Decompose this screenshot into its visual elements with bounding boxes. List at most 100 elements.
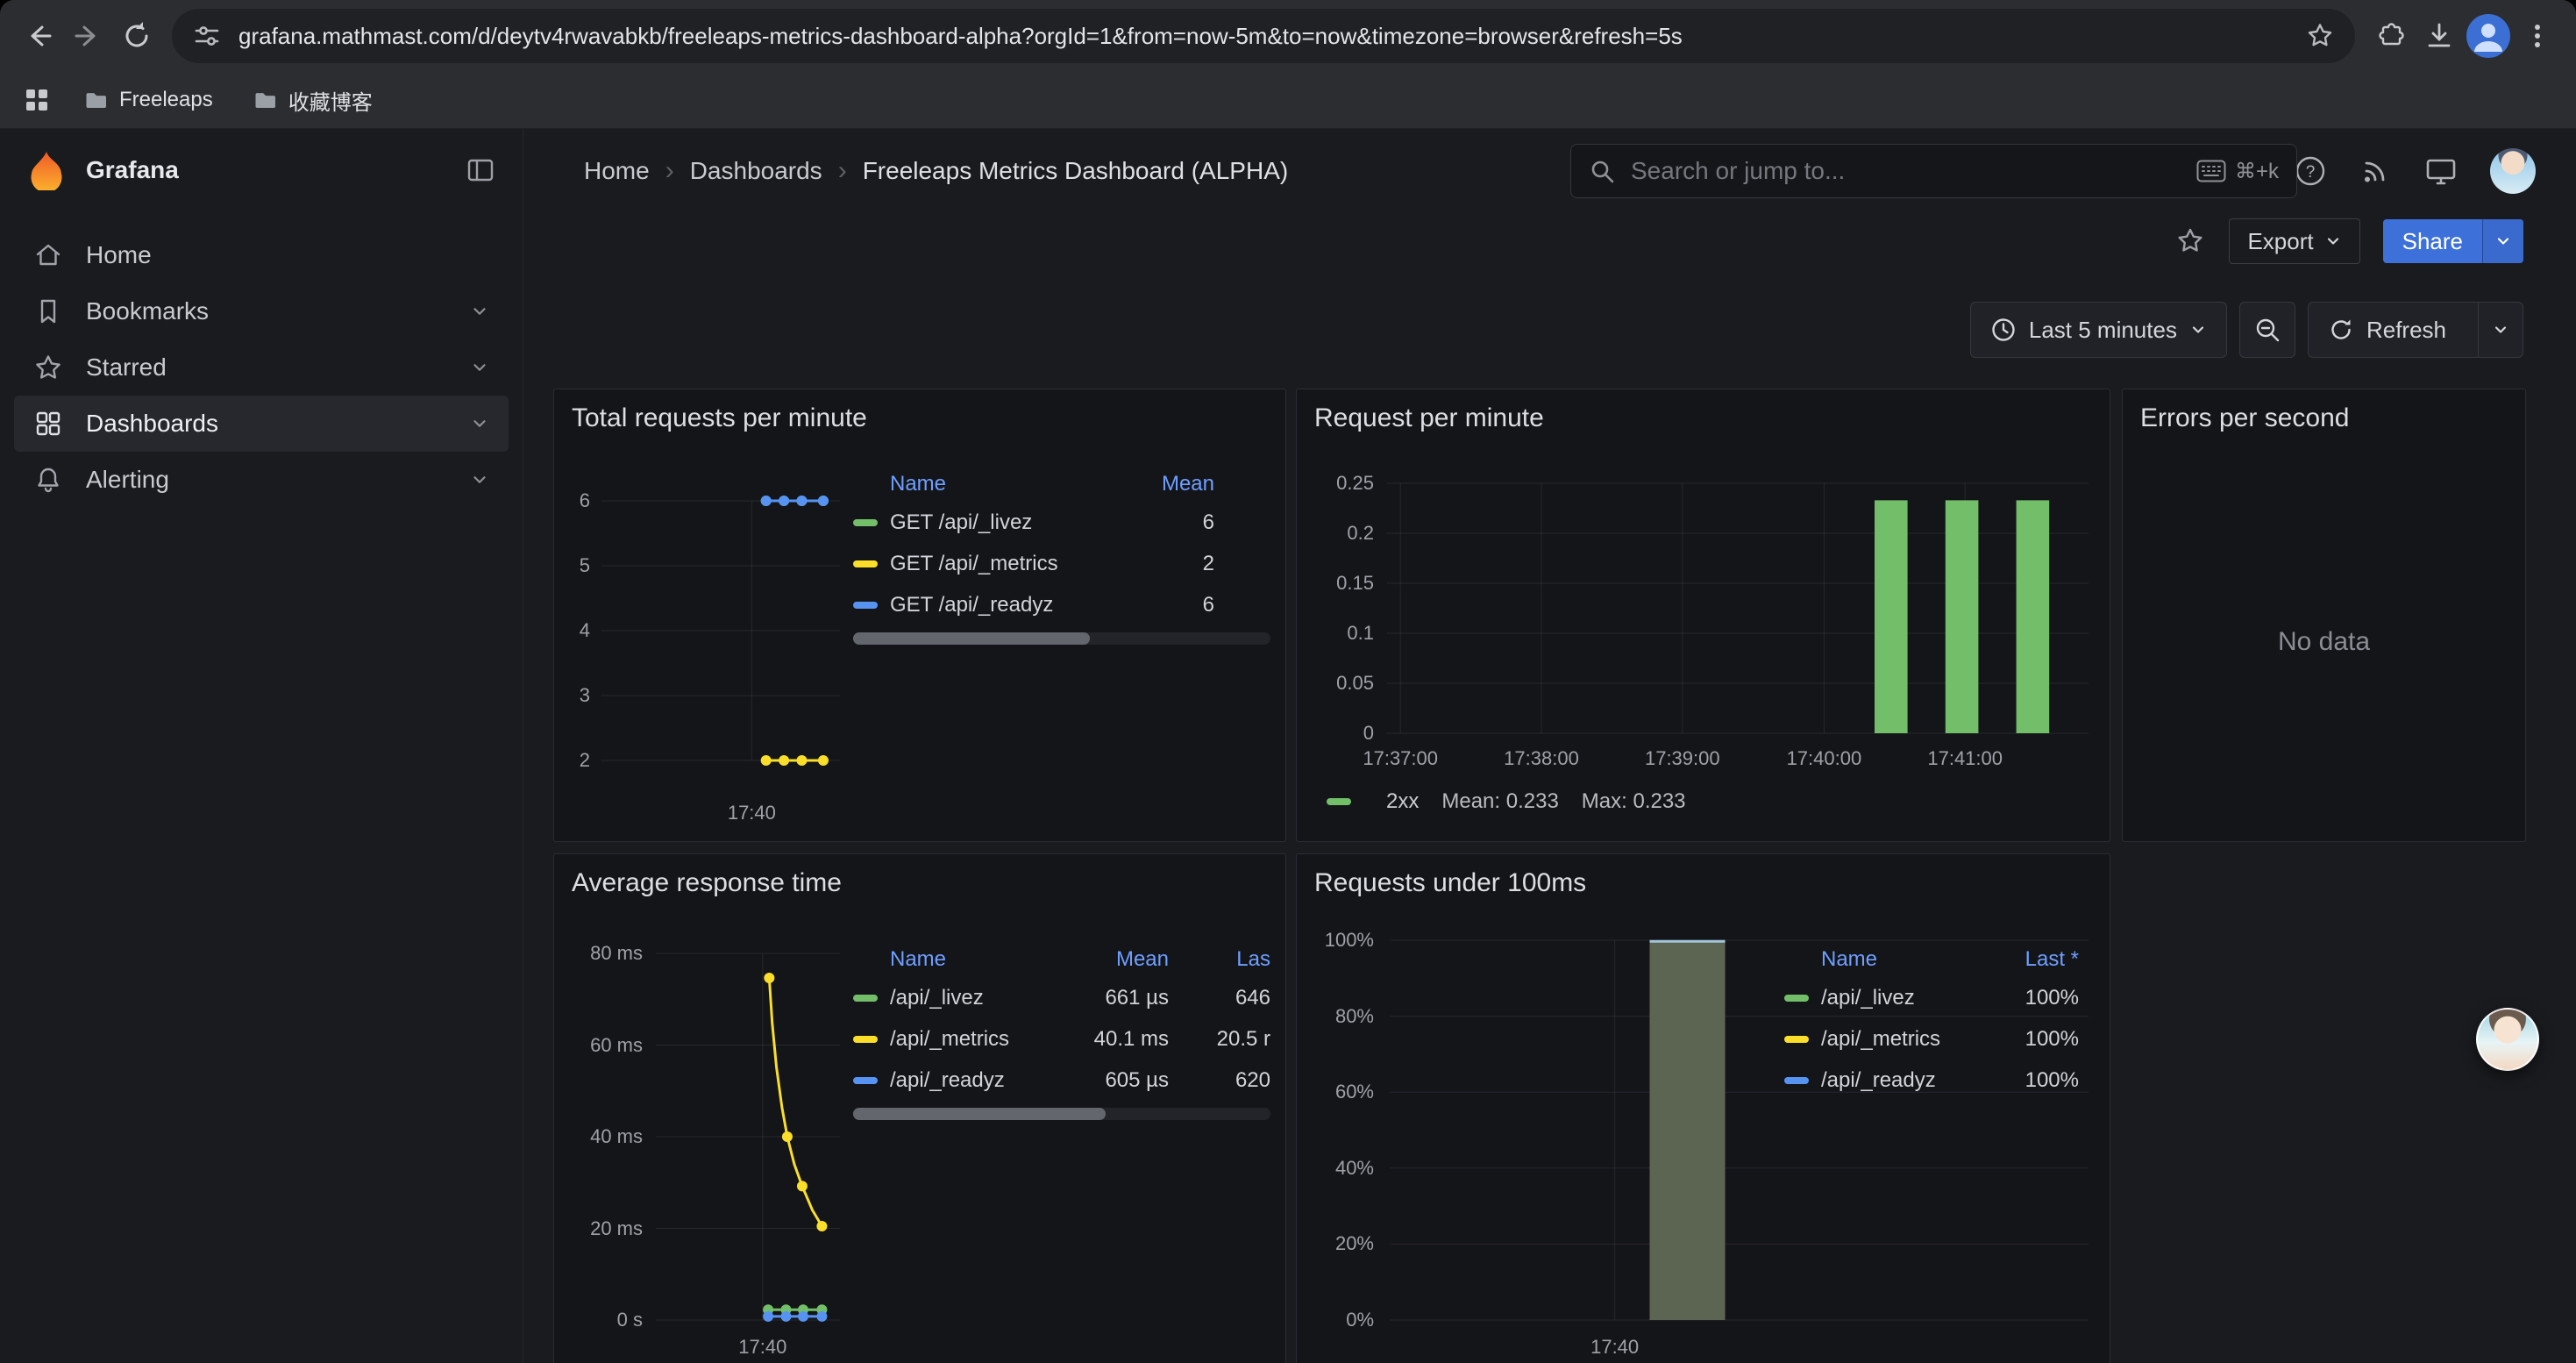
x-tick-label: 17:37:00 (1363, 747, 1438, 770)
site-info-icon[interactable] (191, 20, 223, 52)
chevron-down-icon[interactable] (470, 358, 489, 377)
legend-row[interactable]: GET /api/_metrics2 (853, 543, 1270, 584)
bookmark-star-icon[interactable] (2304, 20, 2336, 52)
sidebar-item-home[interactable]: Home (14, 227, 509, 283)
extensions-icon[interactable] (2366, 11, 2415, 61)
line-chart[interactable] (601, 501, 840, 760)
grafana-logo-icon[interactable] (26, 150, 67, 190)
favorite-star-icon[interactable] (2174, 225, 2206, 257)
series-value: 40.1 ms (1072, 1027, 1169, 1052)
y-tick-label: 5 (580, 554, 590, 577)
series-name[interactable]: /api/_readyz (1821, 1068, 1982, 1093)
series-name[interactable]: GET /api/_livez (890, 510, 1109, 535)
legend-row[interactable]: /api/_livez100% (1784, 977, 2079, 1018)
series-name[interactable]: /api/_livez (1821, 986, 1982, 1010)
series-color-swatch (853, 995, 878, 1002)
y-tick-label: 0% (1346, 1309, 1374, 1331)
breadcrumb: Home›Dashboards›Freeleaps Metrics Dashbo… (584, 156, 1288, 186)
breadcrumb-item[interactable]: Home (584, 157, 650, 185)
legend-row[interactable]: /api/_readyz605 µs620 (853, 1060, 1270, 1101)
share-button[interactable]: Share (2383, 219, 2523, 263)
bookmarks-list: Freeleaps 收藏博客 (70, 80, 385, 121)
y-tick-label: 40 ms (590, 1125, 643, 1148)
y-tick-label: 60 ms (590, 1034, 643, 1057)
folder-icon (252, 87, 278, 113)
series-color-swatch (1327, 798, 1351, 805)
bookmark-label: 收藏博客 (288, 85, 373, 116)
share-menu-chevron-icon[interactable] (2482, 219, 2523, 263)
user-avatar[interactable] (2490, 148, 2536, 194)
y-tick-label: 4 (580, 619, 590, 642)
series-name[interactable]: /api/_readyz (890, 1068, 1072, 1093)
panel-title[interactable]: Average response time (572, 868, 842, 898)
url-text[interactable]: grafana.mathmast.com/d/deytv4rwavabkb/fr… (238, 23, 2288, 50)
star-icon (33, 353, 63, 382)
export-button[interactable]: Export (2229, 218, 2359, 264)
chevron-down-icon[interactable] (470, 414, 489, 433)
chevron-down-icon[interactable] (470, 302, 489, 321)
y-tick-label: 2 (580, 749, 590, 772)
panel-title[interactable]: Request per minute (1314, 403, 1544, 433)
line-chart[interactable] (656, 953, 840, 1320)
help-icon[interactable]: ? (2294, 154, 2327, 188)
zoom-out-icon[interactable] (2239, 302, 2295, 358)
legend-row[interactable]: /api/_readyz100% (1784, 1060, 2079, 1101)
scrollbar-thumb[interactable] (853, 632, 1090, 645)
breadcrumb-separator: › (838, 156, 847, 186)
monitor-icon[interactable] (2423, 153, 2459, 189)
legend-scrollbar[interactable] (853, 1108, 1270, 1120)
refresh-button[interactable]: Refresh (2308, 302, 2523, 358)
bookmark-item[interactable]: Freeleaps (70, 82, 225, 118)
sidebar-item-alerting[interactable]: Alerting (14, 452, 509, 508)
legend-row[interactable]: GET /api/_livez6 (853, 502, 1270, 543)
legend-swatch-spacer (853, 956, 878, 963)
time-range-picker[interactable]: Last 5 minutes (1970, 302, 2227, 358)
sidebar-item-dashboards[interactable]: Dashboards (14, 396, 509, 452)
bar-chart[interactable] (1387, 483, 2089, 733)
assistant-avatar-overlay[interactable] (2476, 1008, 2539, 1071)
x-tick-label: 17:38:00 (1504, 747, 1579, 770)
legend-row[interactable]: GET /api/_readyz6 (853, 584, 1270, 625)
panel-title[interactable]: Total requests per minute (572, 403, 867, 433)
chevron-down-icon[interactable] (470, 470, 489, 489)
search-input[interactable] (1629, 156, 2182, 186)
menu-kebab-icon[interactable] (2513, 11, 2562, 61)
legend-series-name[interactable]: 2xx (1386, 789, 1419, 814)
legend-row[interactable]: /api/_livez661 µs646 (853, 977, 1270, 1018)
series-name[interactable]: /api/_metrics (1821, 1027, 1982, 1052)
news-rss-icon[interactable] (2359, 154, 2392, 188)
panel-title[interactable]: Requests under 100ms (1314, 868, 1586, 898)
browser-profile-avatar[interactable] (2464, 11, 2513, 61)
breadcrumb-item[interactable]: Dashboards (690, 157, 822, 185)
downloads-icon[interactable] (2415, 11, 2464, 61)
refresh-interval-chevron-icon[interactable] (2478, 303, 2523, 357)
brand-name: Grafana (86, 156, 179, 184)
y-tick-label: 40% (1335, 1157, 1374, 1180)
series-value: 100% (1982, 1027, 2079, 1052)
sidebar-item-bookmarks[interactable]: Bookmarks (14, 283, 509, 339)
series-name[interactable]: /api/_livez (890, 986, 1072, 1010)
series-name[interactable]: /api/_metrics (890, 1027, 1072, 1052)
series-name[interactable]: GET /api/_metrics (890, 552, 1109, 576)
legend-row[interactable]: /api/_metrics100% (1784, 1018, 2079, 1060)
dock-sidebar-icon[interactable] (465, 154, 496, 186)
forward-icon[interactable] (63, 11, 112, 61)
series-name[interactable]: GET /api/_readyz (890, 593, 1109, 617)
x-tick-label: 17:40 (738, 1336, 786, 1359)
scrollbar-thumb[interactable] (853, 1108, 1106, 1120)
dashboard-actions: Export Share (523, 212, 2576, 270)
url-bar[interactable]: grafana.mathmast.com/d/deytv4rwavabkb/fr… (172, 9, 2355, 63)
sidebar-item-starred[interactable]: Starred (14, 339, 509, 396)
legend-row[interactable]: /api/_metrics40.1 ms20.5 r (853, 1018, 1270, 1060)
back-icon[interactable] (14, 11, 63, 61)
y-tick-label: 0.1 (1347, 622, 1374, 645)
sidebar-item-label: Starred (86, 353, 167, 382)
breadcrumb-item: Freeleaps Metrics Dashboard (ALPHA) (863, 157, 1289, 185)
no-data-message: No data (2123, 389, 2525, 841)
apps-grid-icon[interactable] (16, 79, 58, 121)
legend-scrollbar[interactable] (853, 632, 1270, 645)
bookmark-item[interactable]: 收藏博客 (239, 80, 385, 121)
search-box[interactable]: ⌘+k (1570, 144, 2297, 198)
series-color-swatch (853, 602, 878, 609)
reload-icon[interactable] (112, 11, 161, 61)
